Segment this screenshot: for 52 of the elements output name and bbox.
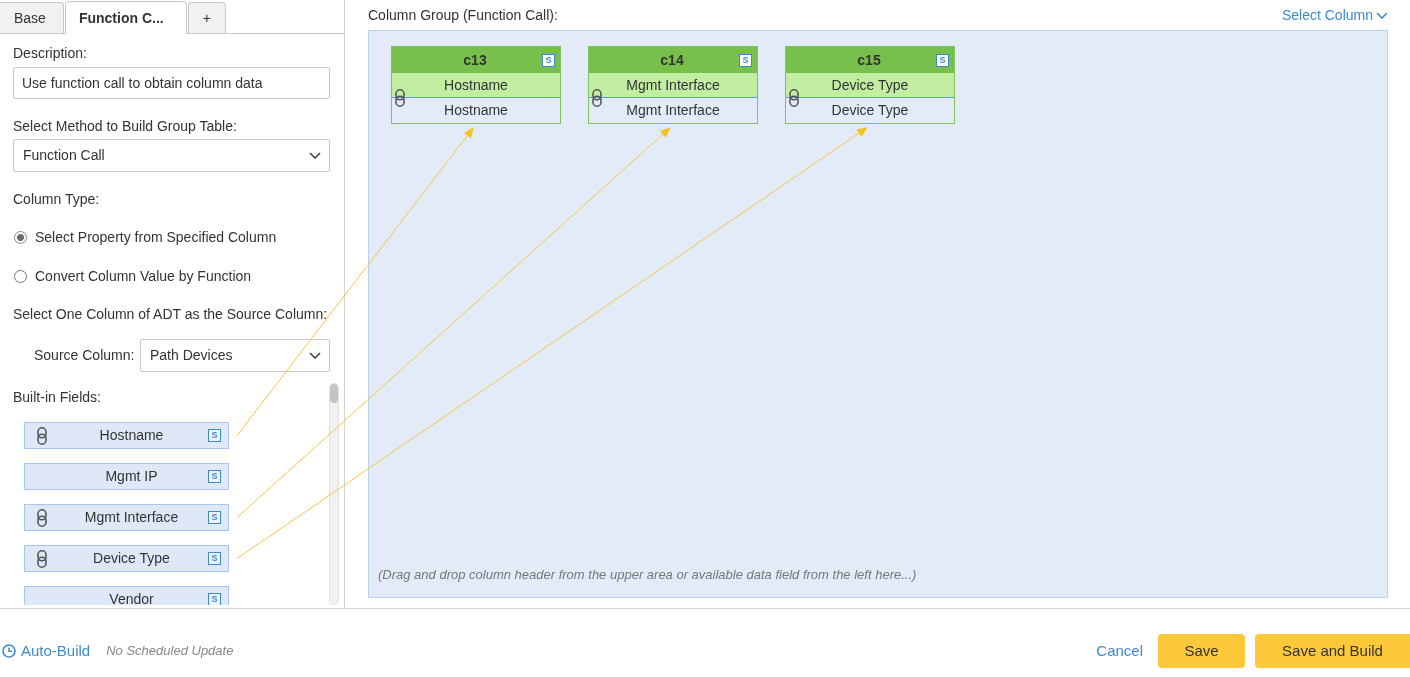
link-icon	[36, 508, 47, 527]
field-label: Column Type:	[13, 190, 101, 209]
type-tag: S	[208, 552, 221, 565]
chevron-down-icon	[309, 152, 321, 159]
save-button[interactable]: Save	[1158, 634, 1245, 668]
chevron-down-icon	[309, 352, 321, 359]
field-label: Built-in Fields:	[13, 388, 102, 407]
option-label[interactable]: Select Property from Specified Column	[35, 226, 277, 248]
field-item[interactable]: Device Type S	[24, 545, 229, 572]
type-tag: S	[936, 53, 949, 67]
link-icon	[36, 549, 47, 568]
auto-build-link[interactable]: Auto-Build	[21, 639, 91, 663]
mapped-field-row: Hostname	[392, 73, 560, 98]
type-tag: S	[739, 53, 752, 67]
field-item[interactable]: Mgmt Interface S	[24, 504, 229, 531]
scrollbar-track[interactable]	[329, 383, 339, 605]
column-header[interactable]: c15 S	[786, 47, 954, 73]
link-icon	[36, 426, 47, 445]
chevron-down-icon	[1376, 11, 1388, 19]
method-dropdown[interactable]: Function Call	[13, 139, 330, 172]
description-field[interactable]: Use function call to obtain column data	[13, 67, 330, 99]
cancel-link[interactable]: Cancel	[1096, 639, 1143, 663]
column-header[interactable]: c13 S	[392, 47, 560, 73]
clock-icon	[2, 644, 16, 658]
section-title: Column Group (Function Call):	[368, 5, 558, 25]
column-header[interactable]: c14 S	[589, 47, 757, 73]
type-tag: S	[208, 470, 221, 483]
type-tag: S	[208, 429, 221, 442]
schedule-status: No Scheduled Update	[106, 642, 234, 661]
tab[interactable]: Base	[0, 2, 64, 33]
source-column-dropdown[interactable]: Path Devices	[140, 339, 330, 372]
field-label: Source Column:	[34, 346, 136, 365]
type-tag: S	[208, 593, 221, 605]
option-label[interactable]: Convert Column Value by Function	[35, 265, 252, 287]
tab[interactable]: Function C...	[64, 1, 187, 34]
field-label: Select One Column of ADT as the Source Column:	[13, 305, 329, 324]
type-tag: S	[208, 511, 221, 524]
field-label: Description:	[13, 44, 88, 63]
field-label: Select Method to Build Group Table:	[13, 117, 238, 136]
mapped-field-row: Mgmt Interface	[589, 73, 757, 98]
radio-button[interactable]	[14, 230, 27, 244]
mapped-field-row: Device Type	[786, 73, 954, 98]
field-item[interactable]: Mgmt IP S	[24, 463, 229, 490]
scrollbar-thumb[interactable]	[330, 384, 338, 403]
select-column-button[interactable]: Select Column	[1281, 4, 1388, 26]
field-item[interactable]: Hostname S	[24, 422, 229, 449]
tab[interactable]: +	[187, 2, 226, 33]
save-and-build-button[interactable]: Save and Build	[1255, 634, 1410, 668]
type-tag: S	[542, 53, 555, 67]
field-item[interactable]: Vendor S	[24, 586, 229, 605]
hint-text: (Drag and drop column header from the upper area or available data field from the left here...)	[378, 566, 918, 584]
radio-button[interactable]	[14, 269, 27, 283]
